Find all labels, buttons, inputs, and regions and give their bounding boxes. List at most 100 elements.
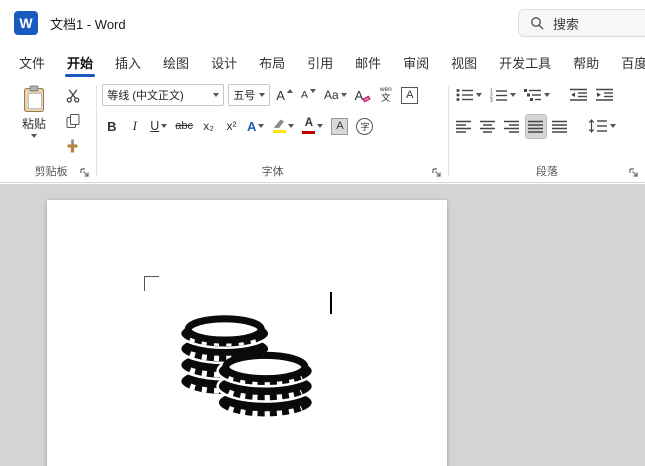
shrink-font-button[interactable]: A: [299, 84, 318, 107]
pinyin-guide-button[interactable]: wén 文: [376, 84, 395, 107]
text-effects-button[interactable]: A: [245, 115, 266, 138]
font-name-combo[interactable]: 等线 (中文正文): [102, 84, 225, 106]
tab-draw[interactable]: 绘图: [152, 46, 200, 79]
bold-glyph: B: [107, 118, 117, 134]
coins-clipart-image[interactable]: [176, 314, 314, 421]
tab-help[interactable]: 帮助: [562, 46, 610, 79]
multilevel-list-icon: [523, 89, 541, 101]
copy-button[interactable]: [61, 110, 84, 131]
chevron-down-icon: [288, 124, 295, 128]
strikethrough-button[interactable]: abc: [173, 115, 195, 138]
line-spacing-button[interactable]: [586, 115, 618, 138]
character-border-button[interactable]: A: [399, 84, 420, 107]
subscript-glyph: x₂: [203, 119, 214, 133]
cut-button[interactable]: [61, 85, 84, 106]
chevron-down-icon: [213, 93, 220, 97]
underline-glyph: U: [150, 119, 160, 133]
paragraph-dialog-launcher[interactable]: [628, 167, 640, 179]
tab-baidu-netdisk[interactable]: 百度网盘: [610, 46, 645, 79]
subscript-button[interactable]: x₂: [199, 115, 218, 138]
numbered-list-icon: 1 2 3: [490, 89, 507, 102]
change-case-button[interactable]: Aa: [322, 84, 349, 107]
align-center-icon: [479, 120, 495, 133]
paste-button[interactable]: 粘贴: [11, 82, 57, 156]
title-bar: W 文档1 - Word 搜索: [0, 0, 645, 46]
search-label: 搜索: [553, 16, 580, 32]
tab-file[interactable]: 文件: [8, 46, 56, 79]
pinyin-bottom-text: 文: [381, 92, 391, 104]
distribute-button[interactable]: [550, 115, 570, 138]
tab-design[interactable]: 设计: [200, 46, 248, 79]
italic-button[interactable]: I: [125, 115, 144, 138]
arrow-up-icon: [286, 88, 293, 93]
tab-review[interactable]: 审阅: [392, 46, 440, 79]
tab-insert[interactable]: 插入: [104, 46, 152, 79]
font-color-bar: [302, 130, 316, 134]
font-size-combo[interactable]: 五号: [228, 84, 271, 106]
character-border-icon: A: [401, 86, 419, 104]
search-box[interactable]: 搜索: [518, 9, 645, 37]
enclose-characters-button[interactable]: 字: [354, 115, 375, 138]
paragraph-group-footer: 段落: [454, 165, 640, 182]
tab-view[interactable]: 视图: [440, 46, 488, 79]
bullets-button[interactable]: [454, 84, 484, 107]
align-center-button[interactable]: [478, 115, 498, 138]
align-left-icon: [455, 120, 471, 133]
highlight-color-bar: [272, 129, 286, 134]
paragraph-group-label: 段落: [536, 166, 558, 178]
clipboard-icon: [24, 85, 44, 112]
enclose-char-glyph: 字: [360, 121, 370, 132]
pinyin-icon: wén 文: [380, 86, 392, 104]
tab-references[interactable]: 引用: [296, 46, 344, 79]
chevron-down-icon: [609, 124, 616, 128]
font-dialog-launcher[interactable]: [431, 167, 443, 179]
tab-home[interactable]: 开始: [56, 46, 104, 79]
word-app-icon[interactable]: W: [14, 11, 38, 35]
font-group-label: 字体: [261, 166, 284, 178]
decrease-indent-icon: [569, 88, 587, 101]
clear-formatting-button[interactable]: A: [353, 84, 373, 107]
font-color-button[interactable]: A: [300, 115, 325, 138]
align-left-button[interactable]: [454, 115, 474, 138]
increase-indent-icon: [595, 88, 613, 101]
clipboard-group-footer: 剪贴板: [11, 165, 91, 182]
ribbon: 粘贴 剪贴板 等线 (中文正文) 五号 A A Aa A wén 文 A B I…: [0, 79, 645, 183]
search-icon: [531, 17, 544, 30]
line-spacing-icon: [588, 119, 607, 133]
clipboard-group-label: 剪贴板: [34, 166, 68, 178]
clear-format-glyph: A: [354, 87, 364, 103]
numbering-button[interactable]: 1 2 3: [488, 84, 518, 107]
highlight-color-button[interactable]: [270, 115, 296, 138]
distribute-icon: [551, 120, 567, 133]
eraser-icon: [362, 95, 371, 103]
font-group-footer: 字体: [102, 165, 443, 182]
character-shading-button[interactable]: A: [329, 115, 350, 138]
char-border-glyph: A: [406, 89, 414, 101]
bullet-list-icon: [456, 89, 473, 101]
font-group: 等线 (中文正文) 五号 A A Aa A wén 文 A B I U abc …: [97, 82, 448, 182]
decrease-indent-button[interactable]: [568, 84, 590, 107]
align-right-button[interactable]: [502, 115, 522, 138]
paragraph-group: 1 2 3 段落: [449, 82, 645, 182]
chevron-down-icon: [259, 93, 266, 97]
italic-glyph: I: [132, 118, 137, 133]
clipboard-dialog-launcher[interactable]: [79, 167, 91, 179]
grow-font-glyph: A: [276, 87, 285, 103]
tab-developer[interactable]: 开发工具: [488, 46, 562, 79]
increase-indent-button[interactable]: [594, 84, 616, 107]
multilevel-list-button[interactable]: [522, 84, 552, 107]
bold-button[interactable]: B: [102, 115, 121, 138]
copy-icon: [66, 113, 79, 128]
document-page[interactable]: [47, 200, 447, 466]
superscript-button[interactable]: x²: [222, 115, 241, 138]
grow-font-button[interactable]: A: [274, 84, 295, 107]
font-color-glyph: A: [304, 117, 314, 129]
format-painter-button[interactable]: [61, 135, 84, 156]
font-size-value: 五号: [233, 90, 256, 102]
justify-icon: [527, 120, 543, 133]
tab-layout[interactable]: 布局: [248, 46, 296, 79]
justify-button[interactable]: [524, 113, 547, 139]
marker-pen-icon: [274, 119, 285, 128]
tab-mailings[interactable]: 邮件: [344, 46, 392, 79]
underline-button[interactable]: U: [148, 115, 169, 138]
